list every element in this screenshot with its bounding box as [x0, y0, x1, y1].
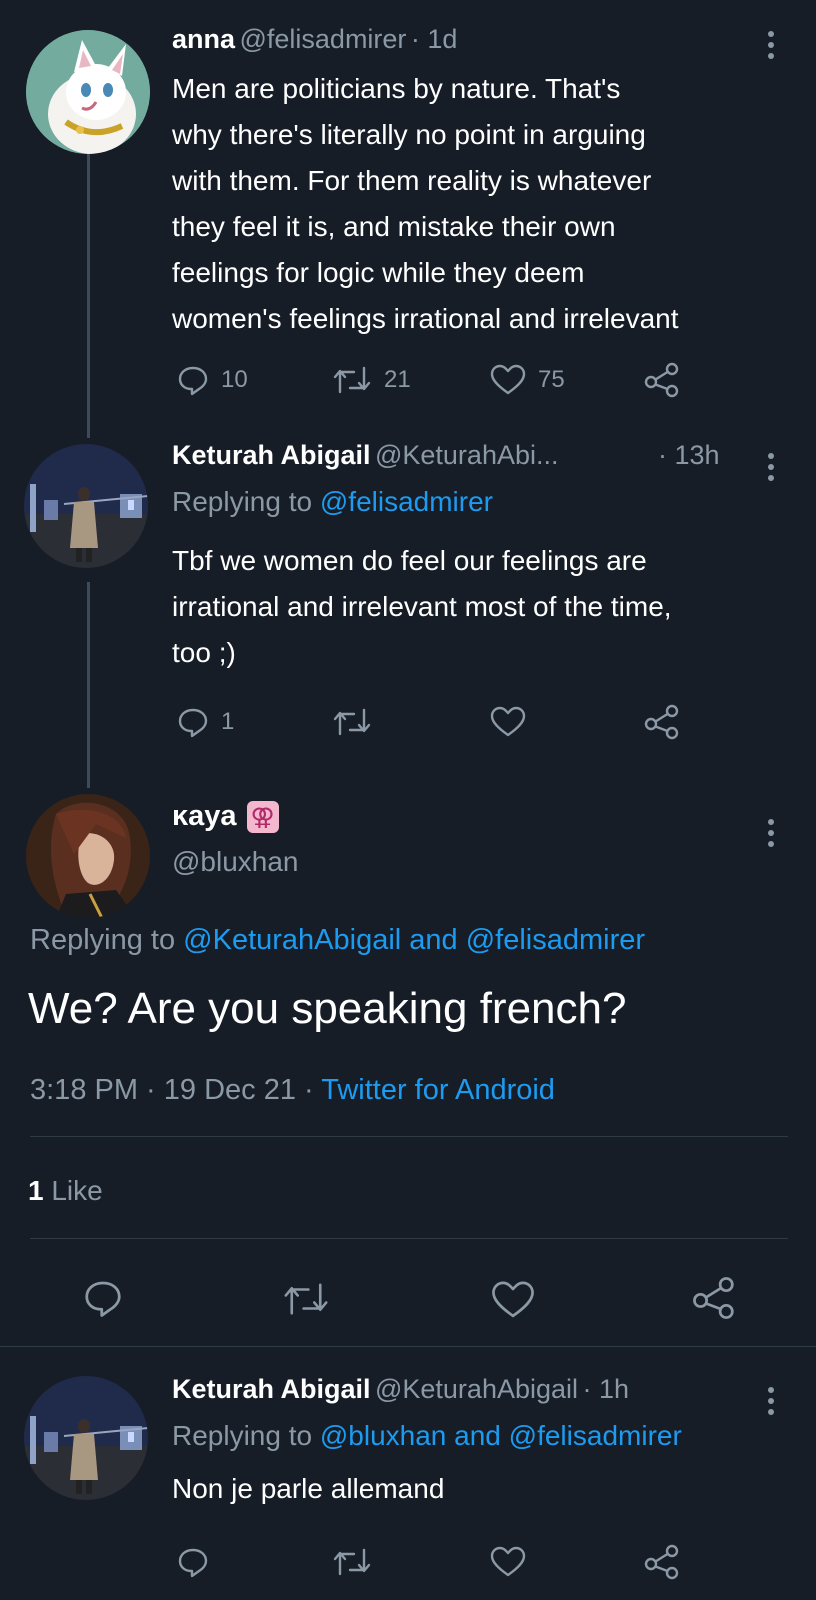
main-tweet-meta: 3:18 PM · 19 Dec 21 · Twitter for Androi…	[30, 1074, 555, 1107]
divider	[0, 1346, 816, 1347]
tweet2-text: Tbf we women do feel our feelings are ir…	[172, 538, 802, 676]
divider	[30, 1136, 788, 1137]
share-icon	[644, 1544, 679, 1580]
tweet-line: irrational and irrelevant most of the ti…	[172, 591, 672, 622]
avatar-keturah[interactable]	[24, 444, 148, 568]
more-vertical-icon[interactable]	[767, 1384, 775, 1417]
reply-icon	[178, 1548, 208, 1578]
reply-mention-link[interactable]: @felisadmirer	[320, 486, 493, 517]
retweet-button[interactable]	[282, 1280, 330, 1318]
tweet-line: why there's literally no point in arguin…	[172, 119, 646, 150]
author-handle[interactable]: @bluxhan	[172, 846, 299, 878]
source-link[interactable]: Twitter for Android	[321, 1074, 555, 1106]
name-badge-icon: ⚢	[246, 800, 279, 833]
retweet-button[interactable]	[332, 1546, 372, 1578]
share-button[interactable]	[644, 704, 680, 740]
share-icon	[693, 1277, 734, 1319]
divider	[30, 1238, 788, 1239]
share-icon	[644, 704, 679, 740]
author-name[interactable]: anna	[172, 24, 235, 54]
more-vertical-icon[interactable]	[767, 28, 775, 61]
like-button[interactable]	[491, 1280, 535, 1320]
avatar-anna[interactable]	[26, 30, 150, 154]
author-handle[interactable]: @KeturahAbi...	[375, 440, 559, 470]
tweet-time[interactable]: · 1d	[411, 24, 458, 54]
tweet-line: with them. For them reality is whatever	[172, 165, 652, 196]
tweet-time[interactable]: · 1h	[582, 1374, 629, 1404]
avatar-keturah[interactable]	[24, 1376, 148, 1500]
reply-button[interactable]: 1	[177, 706, 234, 738]
share-button[interactable]	[644, 1544, 680, 1580]
author-name[interactable]: Keturah Abigail	[172, 1374, 371, 1404]
reply-button[interactable]: 10	[177, 364, 248, 396]
replying-to: Replying to @KeturahAbigail and @felisad…	[30, 924, 645, 957]
like-icon	[490, 1546, 526, 1577]
more-vertical-icon[interactable]	[767, 450, 775, 483]
retweet-button[interactable]	[332, 706, 372, 738]
like-icon	[490, 706, 526, 737]
share-icon	[644, 362, 679, 398]
reply-icon	[178, 366, 208, 396]
author-handle[interactable]: @KeturahAbigail	[375, 1374, 578, 1404]
replying-prefix: Replying to	[30, 924, 176, 956]
like-button[interactable]	[490, 1546, 526, 1578]
author-handle[interactable]: @felisadmirer	[239, 24, 406, 54]
likes-summary[interactable]: 1 Like	[28, 1175, 103, 1207]
retweet-icon	[333, 708, 371, 736]
tweet1-header: anna @felisadmirer · 1d	[172, 24, 457, 55]
replying-prefix: Replying to	[172, 1420, 313, 1451]
tweet-line: Men are politicians by nature. That's	[172, 73, 621, 104]
like-button[interactable]	[490, 706, 526, 738]
tweet3-header: Keturah Abigail @KeturahAbigail · 1h	[172, 1374, 629, 1405]
tweet2-header: Keturah Abigail @KeturahAbi...	[172, 440, 559, 471]
tweet-time[interactable]: · 13h	[658, 440, 720, 471]
reply-icon	[85, 1281, 121, 1317]
timestamp[interactable]: 3:18 PM · 19 Dec 21 ·	[30, 1074, 321, 1106]
main-tweet-text: We? Are you speaking french?	[28, 984, 627, 1033]
more-vertical-icon[interactable]	[767, 816, 775, 849]
reply-button[interactable]	[177, 1546, 209, 1578]
main-author: ĸaya ⚢	[172, 800, 279, 833]
like-button[interactable]: 75	[490, 364, 565, 396]
reply-count: 1	[221, 708, 235, 735]
like-icon	[492, 1281, 534, 1318]
reply-icon	[178, 708, 208, 738]
retweet-icon	[284, 1283, 328, 1315]
avatar-kaya[interactable]	[26, 794, 150, 918]
reply-mention-link[interactable]: @bluxhan and @felisadmirer	[320, 1420, 682, 1451]
author-name[interactable]: Keturah Abigail	[172, 440, 371, 470]
thread-line-2	[87, 582, 90, 788]
retweet-icon	[333, 1548, 371, 1576]
retweet-icon	[333, 366, 371, 394]
reply-mention-link[interactable]: @KeturahAbigail and @felisadmirer	[183, 924, 645, 956]
like-icon	[490, 364, 526, 395]
share-button[interactable]	[692, 1276, 736, 1320]
tweet-line: feelings for logic while they deem	[172, 257, 585, 288]
likes-label: Like	[51, 1175, 103, 1206]
tweet-line: women's feelings irrational and irreleva…	[172, 303, 679, 334]
thread-line-1	[87, 152, 90, 438]
tweet-line: they feel it is, and mistake their own	[172, 211, 616, 242]
replying-to: Replying to @felisadmirer	[172, 486, 493, 518]
tweet-line: Tbf we women do feel our feelings are	[172, 545, 647, 576]
share-button[interactable]	[644, 362, 680, 398]
tweet-line: too ;)	[172, 637, 236, 668]
reply-button[interactable]	[82, 1278, 124, 1318]
reply-count: 10	[221, 366, 248, 393]
tweet3-text: Non je parle allemand	[172, 1473, 445, 1504]
replying-prefix: Replying to	[172, 486, 313, 517]
like-count: 75	[538, 366, 565, 393]
retweet-count: 21	[384, 366, 411, 393]
author-name[interactable]: ĸaya	[172, 800, 237, 833]
likes-count: 1	[28, 1175, 44, 1206]
replying-to: Replying to @bluxhan and @felisadmirer	[172, 1420, 682, 1452]
retweet-button[interactable]: 21	[332, 364, 411, 396]
tweet1-text: Men are politicians by nature. That's wh…	[172, 66, 802, 342]
